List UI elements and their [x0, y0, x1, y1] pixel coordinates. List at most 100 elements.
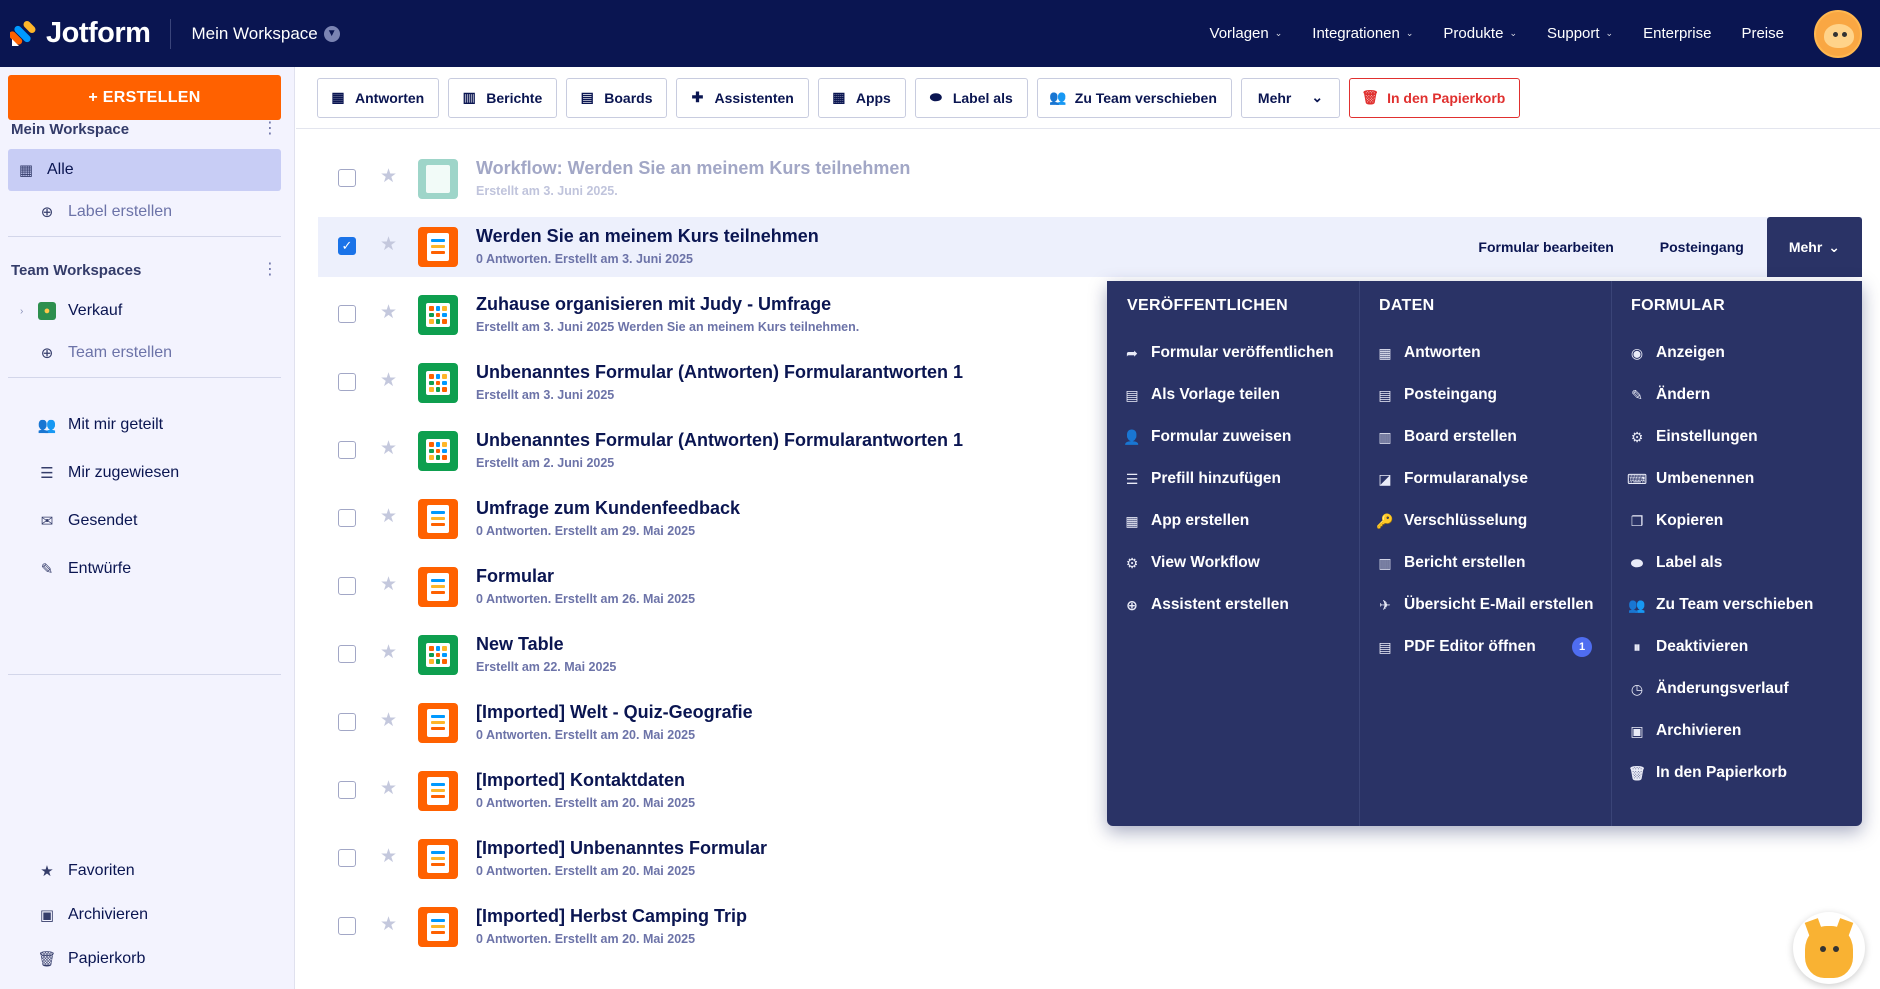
row-checkbox[interactable] — [338, 849, 356, 867]
toolbar-label-als-button[interactable]: ⬬ Label als — [914, 77, 1028, 118]
nav-link-integrationen[interactable]: Integrationen ⌄ — [1312, 25, 1413, 42]
toolbar-berichte-button[interactable]: ▥ Berichte — [448, 77, 558, 118]
menu-item-pdf-editor-öffnen[interactable]: ▤ PDF Editor öffnen — [1376, 635, 1535, 659]
kebab-menu-icon[interactable]: ⋮ — [262, 262, 278, 278]
menu-item-bericht-erstellen[interactable]: ▥ Bericht erstellen — [1376, 551, 1525, 575]
menu-item-änderungsverlauf[interactable]: ◷ Änderungsverlauf — [1628, 677, 1789, 701]
form-title[interactable]: [Imported] Kontaktdaten — [476, 770, 685, 791]
menu-item-view-workflow[interactable]: ⚙ View Workflow — [1123, 551, 1260, 575]
row-checkbox[interactable] — [338, 781, 356, 799]
chevron-right-icon[interactable]: › — [20, 306, 23, 317]
table-row[interactable]: ★ Workflow: Werden Sie an meinem Kurs tei… — [318, 149, 1862, 209]
form-title[interactable]: Umfrage zum Kundenfeedback — [476, 498, 740, 519]
nav-link-preise[interactable]: Preise — [1741, 25, 1784, 42]
menu-item-assistent-erstellen[interactable]: ⊕ Assistent erstellen — [1123, 593, 1289, 617]
user-avatar[interactable] — [1814, 9, 1862, 58]
form-title[interactable]: [Imported] Herbst Camping Trip — [476, 906, 747, 927]
sidebar-item-entwuerfe[interactable]: ✎ Entwürfe — [8, 548, 281, 590]
row-checkbox[interactable] — [338, 509, 356, 527]
menu-item-formular-veröffentlichen[interactable]: ➦ Formular veröffentlichen — [1123, 341, 1333, 365]
toolbar-assistenten-button[interactable]: ✚ Assistenten — [676, 77, 809, 118]
favorite-star-icon[interactable]: ★ — [380, 641, 397, 664]
favorite-star-icon[interactable]: ★ — [380, 233, 397, 256]
nav-link-support[interactable]: Support ⌄ — [1547, 25, 1613, 42]
menu-item-verschlüsselung[interactable]: 🔑 Verschlüsselung — [1376, 509, 1527, 533]
menu-item-anzeigen[interactable]: ◉ Anzeigen — [1628, 341, 1725, 365]
nav-link-produkte[interactable]: Produkte ⌄ — [1443, 25, 1517, 42]
row-more-button[interactable]: Mehr ⌄ — [1766, 217, 1862, 277]
favorite-star-icon[interactable]: ★ — [380, 437, 397, 460]
form-title[interactable]: [Imported] Unbenanntes Formular — [476, 838, 767, 859]
table-row[interactable]: ★ [Imported] Herbst Camping Trip 0 Antwort… — [318, 897, 1862, 957]
sidebar-item-mir-zugewiesen[interactable]: ☰ Mir zugewiesen — [8, 452, 281, 494]
favorite-star-icon[interactable]: ★ — [380, 369, 397, 392]
row-checkbox[interactable] — [338, 169, 356, 187]
menu-item-board-erstellen[interactable]: ▥ Board erstellen — [1376, 425, 1516, 449]
menu-item-antworten[interactable]: ▦ Antworten — [1376, 341, 1480, 365]
favorite-star-icon[interactable]: ★ — [380, 709, 397, 732]
table-row[interactable]: ★ [Imported] Unbenanntes Formular 0 Antwor… — [318, 829, 1862, 889]
favorite-star-icon[interactable]: ★ — [380, 573, 397, 596]
form-title[interactable]: New Table — [476, 634, 564, 655]
form-title[interactable]: Workflow: Werden Sie an meinem Kurs teil… — [476, 158, 910, 179]
row-checkbox[interactable] — [338, 917, 356, 935]
menu-item-kopieren[interactable]: ❐ Kopieren — [1628, 509, 1723, 533]
menu-item-übersicht-e-mail-erstellen[interactable]: ✈ Übersicht E-Mail erstellen — [1376, 593, 1593, 617]
menu-item-zu-team-verschieben[interactable]: 👥 Zu Team verschieben — [1628, 593, 1813, 617]
form-title[interactable]: Zuhause organisieren mit Judy - Umfrage — [476, 294, 831, 315]
toolbar-zu-team-verschieben-button[interactable]: 👥 Zu Team verschieben — [1036, 77, 1232, 118]
toolbar-boards-button[interactable]: ▤ Boards — [566, 77, 668, 118]
menu-item-app-erstellen[interactable]: ▦ App erstellen — [1123, 509, 1249, 533]
favorite-star-icon[interactable]: ★ — [380, 845, 397, 868]
nav-link-vorlagen[interactable]: Vorlagen ⌄ — [1210, 25, 1283, 42]
edit-form-button[interactable]: Formular bearbeiten — [1455, 239, 1636, 255]
jotform-logo[interactable]: Jotform — [8, 17, 151, 50]
row-checkbox[interactable] — [338, 441, 356, 459]
menu-item-archivieren[interactable]: ▣ Archivieren — [1628, 719, 1741, 743]
row-checkbox[interactable] — [338, 713, 356, 731]
form-title[interactable]: [Imported] Welt - Quiz-Geografie — [476, 702, 753, 723]
form-title[interactable]: Werden Sie an meinem Kurs teilnehmen — [476, 226, 819, 247]
row-checkbox[interactable] — [338, 645, 356, 663]
menu-item-formular-zuweisen[interactable]: 👤 Formular zuweisen — [1123, 425, 1291, 449]
toolbar-more-button[interactable]: Mehr ⌄ — [1240, 77, 1341, 118]
favorite-star-icon[interactable]: ★ — [380, 301, 397, 324]
form-title[interactable]: Unbenanntes Formular (Antworten) Formula… — [476, 362, 963, 383]
favorite-star-icon[interactable]: ★ — [380, 505, 397, 528]
menu-item-ändern[interactable]: ✎ Ändern — [1628, 383, 1710, 407]
sidebar-item-gesendet[interactable]: ✉ Gesendet — [8, 500, 281, 542]
sidebar-item-archivieren[interactable]: ▣ Archivieren — [8, 894, 281, 936]
favorite-star-icon[interactable]: ★ — [380, 913, 397, 936]
menu-item-deaktivieren[interactable]: ⏸ Deaktivieren — [1628, 635, 1749, 659]
create-button[interactable]: + ERSTELLEN — [8, 75, 281, 120]
sidebar-item-team-erstellen[interactable]: ⊕ Team erstellen — [8, 332, 281, 374]
form-title[interactable]: Formular — [476, 566, 554, 587]
nav-link-enterprise[interactable]: Enterprise — [1643, 25, 1711, 42]
menu-item-einstellungen[interactable]: ⚙ Einstellungen — [1628, 425, 1758, 449]
kebab-menu-icon[interactable]: ⋮ — [262, 121, 278, 137]
menu-item-posteingang[interactable]: ▤ Posteingang — [1376, 383, 1497, 407]
favorite-star-icon[interactable]: ★ — [380, 777, 397, 800]
sidebar-item-favoriten[interactable]: ★ Favoriten — [8, 850, 281, 892]
form-title[interactable]: Unbenanntes Formular (Antworten) Formula… — [476, 430, 963, 451]
sidebar-item-papierkorb[interactable]: 🗑 Papierkorb — [8, 938, 281, 980]
inbox-button[interactable]: Posteingang — [1637, 239, 1767, 255]
menu-item-label-als[interactable]: ⬬ Label als — [1628, 551, 1722, 575]
toolbar-apps-button[interactable]: ▦ Apps — [817, 77, 906, 118]
favorite-star-icon[interactable]: ★ — [380, 165, 397, 188]
sidebar-item-label-erstellen[interactable]: ⊕ Label erstellen — [8, 191, 281, 233]
menu-item-als-vorlage-teilen[interactable]: ▤ Als Vorlage teilen — [1123, 383, 1280, 407]
menu-item-in-den-papierkorb[interactable]: 🗑 In den Papierkorb — [1628, 761, 1787, 785]
menu-item-prefill-hinzufügen[interactable]: ☰ Prefill hinzufügen — [1123, 467, 1281, 491]
sidebar-item-alle[interactable]: ▦ Alle — [8, 149, 281, 191]
row-checkbox[interactable]: ✓ — [338, 237, 356, 255]
sidebar-item-mit-mir-geteilt[interactable]: 👥 Mit mir geteilt — [8, 404, 281, 446]
toolbar-trash-button[interactable]: 🗑 In den Papierkorb — [1349, 77, 1521, 118]
ai-assistant-button[interactable] — [1793, 912, 1865, 984]
row-checkbox[interactable] — [338, 305, 356, 323]
workspace-switcher[interactable]: Mein Workspace ▼ — [191, 24, 340, 44]
table-row[interactable]: ✓ ★ Werden Sie an meinem Kurs teilnehmen 0 … — [318, 217, 1862, 277]
menu-item-formularanalyse[interactable]: ◪ Formularanalyse — [1376, 467, 1528, 491]
row-checkbox[interactable] — [338, 373, 356, 391]
menu-item-umbenennen[interactable]: ⌨ Umbenennen — [1627, 467, 1754, 491]
